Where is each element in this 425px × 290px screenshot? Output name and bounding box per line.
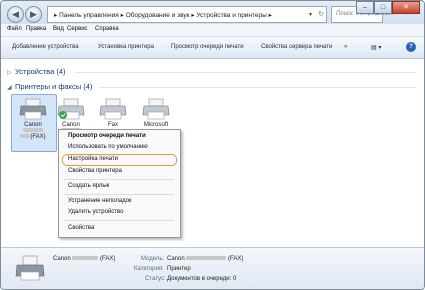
printer-icon: [19, 98, 47, 120]
menu-set-default[interactable]: Использовать по умолчанию: [68, 144, 148, 150]
address-dropdown-icon[interactable]: ▾: [309, 11, 312, 18]
back-icon[interactable]: ◀: [7, 6, 24, 23]
printer-name: Microsoft: [143, 122, 169, 128]
group-printers-label: Принтеры и факсы (4): [15, 82, 93, 91]
breadcrumb-sep: ▸: [120, 12, 124, 19]
details-category-value: Принтер: [167, 266, 191, 272]
address-bar[interactable]: ▸ Панель управления ▸ Оборудование и зву…: [47, 6, 327, 23]
menu-printer-properties[interactable]: Свойства принтера: [68, 168, 122, 174]
printer-icon: [142, 98, 170, 120]
breadcrumb: ▸ Панель управления ▸ Оборудование и зву…: [54, 11, 272, 19]
menu-edit[interactable]: Правка: [26, 26, 46, 32]
group-printers[interactable]: ◢ Принтеры и факсы (4): [7, 82, 92, 91]
breadcrumb-sep: ▸: [54, 12, 58, 19]
command-bar: Добавление устройства Установка принтера…: [1, 37, 424, 59]
printer-fax[interactable]: Fax: [98, 98, 128, 128]
printer-icon: [57, 98, 85, 120]
breadcrumb-sep: ▸: [268, 12, 272, 19]
breadcrumb-devices-printers[interactable]: Устройства и принтеры: [196, 12, 266, 19]
menu-see-print-queue[interactable]: Просмотр очереди печати: [68, 133, 146, 139]
menu-separator: [64, 220, 174, 221]
maximize-button[interactable]: □: [374, 1, 392, 14]
menu-tools[interactable]: Сервис: [67, 26, 88, 32]
breadcrumb-sep: ▸: [191, 12, 195, 19]
group-devices[interactable]: ▷ Устройства (4): [7, 67, 66, 76]
expand-arrow-icon[interactable]: ▷: [7, 69, 15, 76]
view-options-icon[interactable]: ▤ ▾: [371, 44, 381, 51]
printer-icon: [15, 255, 45, 281]
details-category-key: Категория:: [134, 266, 164, 272]
add-printer-button[interactable]: Установка принтера: [98, 44, 154, 50]
printer-microsoft[interactable]: Microsoft: [141, 98, 171, 128]
explorer-window: ◀ ▶ ▸ Панель управления ▸ Оборудование и…: [0, 0, 425, 290]
minimize-button[interactable]: –: [356, 1, 374, 14]
menu-properties[interactable]: Свойства: [68, 225, 94, 231]
help-icon[interactable]: ?: [406, 42, 416, 52]
refresh-icon[interactable]: ↻: [318, 10, 324, 18]
menu-help[interactable]: Справка: [95, 26, 119, 32]
default-printer-check-icon: [59, 111, 67, 119]
details-status-key: Статус:: [145, 276, 166, 282]
menu-printing-preferences[interactable]: Настройка печати: [68, 156, 118, 162]
details-device-name: Canon (FAX): [53, 256, 116, 262]
details-model-value: Canon (FAX): [167, 256, 244, 262]
breadcrumb-hardware-sound[interactable]: Оборудование и звук: [126, 12, 190, 19]
close-button[interactable]: ✕: [392, 1, 420, 14]
see-print-queue-button[interactable]: Просмотр очереди печати: [171, 44, 244, 50]
printer-name: Fax: [107, 122, 118, 128]
divider: [76, 72, 416, 73]
menu-view[interactable]: Вид: [53, 26, 64, 32]
divider: [99, 87, 416, 88]
add-device-button[interactable]: Добавление устройства: [12, 44, 79, 50]
menu-remove-device[interactable]: Удалить устройство: [68, 209, 124, 215]
menu-separator: [64, 194, 174, 195]
fax-icon: [99, 98, 127, 120]
printer-name-suffix: (FAX): [18, 134, 48, 140]
menu-create-shortcut[interactable]: Создать ярлык: [68, 183, 109, 189]
more-commands-icon[interactable]: »: [344, 44, 347, 50]
menu-separator: [64, 179, 174, 180]
forward-icon[interactable]: ▶: [25, 6, 42, 23]
collapse-arrow-icon[interactable]: ◢: [7, 84, 15, 91]
details-pane: Canon (FAX) Модель: Canon (FAX) Категори…: [1, 247, 424, 289]
breadcrumb-control-panel[interactable]: Панель управления: [59, 12, 119, 19]
details-status-value: Документов в очереди: 0: [167, 276, 237, 282]
window-controls: – □ ✕: [356, 1, 420, 14]
print-server-properties-button[interactable]: Свойства сервера печати: [261, 44, 332, 50]
menu-file[interactable]: Файл: [7, 26, 22, 32]
menu-troubleshoot[interactable]: Устранение неполадок: [68, 198, 132, 204]
menu-bar: Файл Правка Вид Сервис Справка: [1, 24, 424, 37]
printer-canon-fax[interactable]: Canon (FAX): [18, 98, 48, 140]
details-model-key: Модель:: [141, 256, 165, 262]
group-devices-label: Устройства (4): [15, 67, 66, 76]
context-menu: Просмотр очереди печати Использовать по …: [58, 129, 181, 238]
